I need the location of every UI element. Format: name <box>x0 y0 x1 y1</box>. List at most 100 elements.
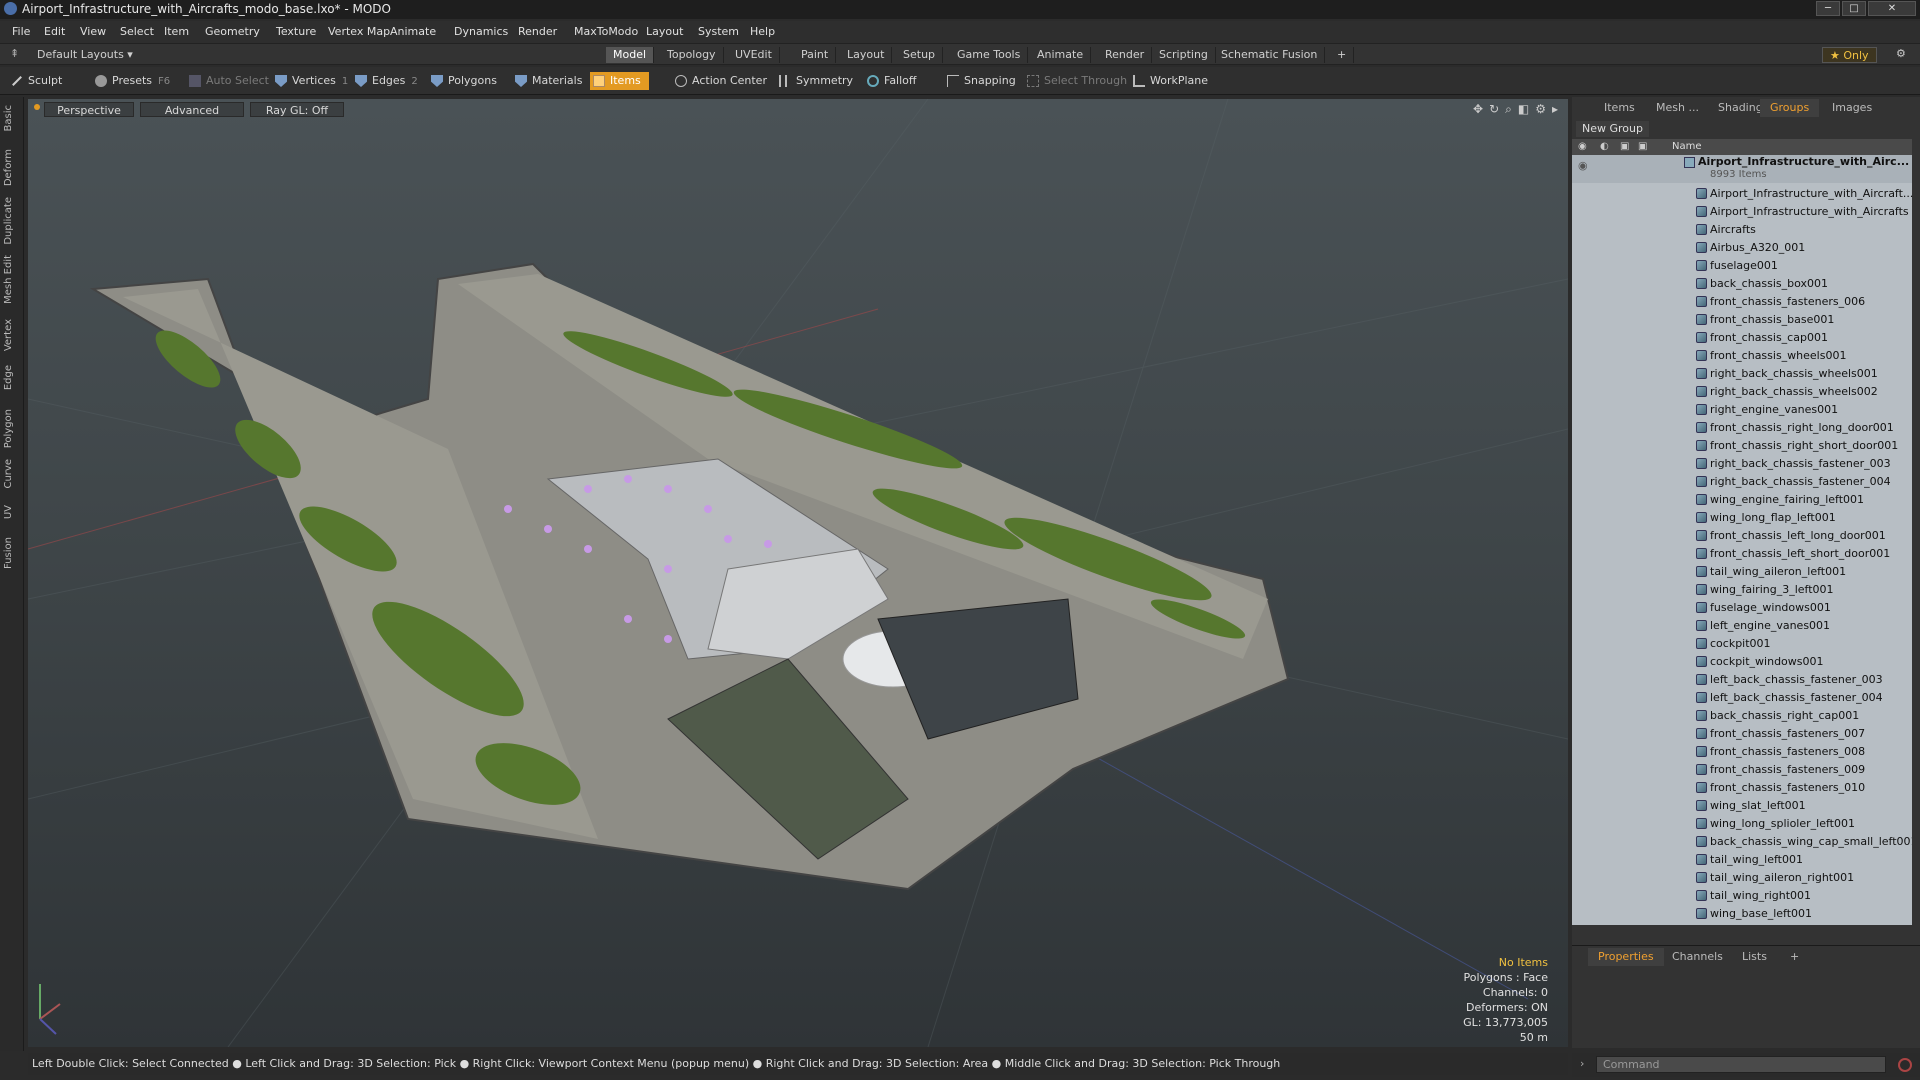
settings-gear-icon[interactable]: ⚙ <box>1896 47 1906 60</box>
action-center-button[interactable]: Action Center <box>672 72 767 90</box>
menu-file[interactable]: File <box>12 25 30 38</box>
maximize-button[interactable]: □ <box>1842 1 1866 16</box>
list-item[interactable]: front_chassis_fasteners_006 <box>1572 293 1912 311</box>
left-tab-mesh-edit[interactable]: Mesh Edit <box>3 255 14 304</box>
panel-tab-images[interactable]: Images <box>1822 99 1882 117</box>
root-group-row[interactable]: ◉ Airport_Infrastructure_with_Airc... 89… <box>1572 155 1912 183</box>
list-item[interactable]: Airbus_A320_001 <box>1572 239 1912 257</box>
prop-tab-properties[interactable]: Properties <box>1588 948 1664 966</box>
list-item[interactable]: wing_fairing_3_left001 <box>1572 581 1912 599</box>
layout-tab-setup[interactable]: Setup <box>896 47 944 63</box>
root-eye-icon[interactable]: ◉ <box>1578 157 1588 175</box>
list-item[interactable]: front_chassis_right_short_door001 <box>1572 437 1912 455</box>
list-item[interactable]: front_chassis_cap001 <box>1572 329 1912 347</box>
menu-texture[interactable]: Texture <box>276 25 316 38</box>
only-toggle[interactable]: ★ Only <box>1822 47 1877 63</box>
polygons-mode-button[interactable]: Polygons <box>428 72 497 90</box>
prop-tab-lists[interactable]: Lists <box>1732 948 1777 966</box>
list-item[interactable]: back_chassis_right_cap001 <box>1572 707 1912 725</box>
new-group-button[interactable]: New Group <box>1576 121 1649 137</box>
list-item[interactable]: cockpit_windows001 <box>1572 653 1912 671</box>
left-tab-edge[interactable]: Edge <box>3 365 14 390</box>
list-item[interactable]: front_chassis_fasteners_010 <box>1572 779 1912 797</box>
menu-dynamics[interactable]: Dynamics <box>454 25 508 38</box>
left-tab-uv[interactable]: UV <box>3 505 14 519</box>
menu-layout[interactable]: Layout <box>646 25 683 38</box>
prop-tab-channels[interactable]: Channels <box>1662 948 1733 966</box>
menu-item[interactable]: Item <box>164 25 189 38</box>
list-item[interactable]: wing_long_flap_left001 <box>1572 509 1912 527</box>
menu-view[interactable]: View <box>80 25 106 38</box>
list-item[interactable]: fuselage_windows001 <box>1572 599 1912 617</box>
items-mode-button[interactable]: Items <box>590 72 649 90</box>
minimize-button[interactable]: ─ <box>1816 1 1840 16</box>
symmetry-button[interactable]: Symmetry <box>776 72 853 90</box>
menu-select[interactable]: Select <box>120 25 154 38</box>
list-item[interactable]: front_chassis_left_long_door001 <box>1572 527 1912 545</box>
menu-animate[interactable]: Animate <box>390 25 436 38</box>
left-tab-duplicate[interactable]: Duplicate <box>3 197 14 245</box>
panel-tab-groups[interactable]: Groups <box>1760 99 1820 117</box>
layout-tab-render[interactable]: Render <box>1098 47 1153 63</box>
list-item[interactable]: right_back_chassis_fastener_004 <box>1572 473 1912 491</box>
menu-edit[interactable]: Edit <box>44 25 65 38</box>
raygl-toggle[interactable]: Ray GL: Off <box>250 102 344 117</box>
name-column-header[interactable]: Name <box>1672 139 1702 155</box>
command-stop-icon[interactable] <box>1898 1058 1912 1072</box>
close-button[interactable]: ✕ <box>1868 1 1916 16</box>
layout-tab-layout[interactable]: Layout <box>840 47 893 63</box>
select-icon[interactable]: ▣ <box>1638 139 1647 155</box>
layout-tab-game-tools[interactable]: Game Tools <box>950 47 1029 63</box>
layout-tab-animate[interactable]: Animate <box>1030 47 1092 63</box>
list-item[interactable]: cockpit001 <box>1572 635 1912 653</box>
workplane-button[interactable]: WorkPlane <box>1130 72 1208 90</box>
panel-tab-mesh-[interactable]: Mesh ... <box>1646 99 1709 117</box>
list-item[interactable]: back_chassis_box001 <box>1572 275 1912 293</box>
layout-tab-paint[interactable]: Paint <box>794 47 837 63</box>
layout-tab--[interactable]: + <box>1330 47 1355 63</box>
list-item[interactable]: front_chassis_wheels001 <box>1572 347 1912 365</box>
view-perspective-dropdown[interactable]: Perspective <box>44 102 134 117</box>
list-item[interactable]: tail_wing_left001 <box>1572 851 1912 869</box>
groups-list[interactable]: ◉ Airport_Infrastructure_with_Airc... 89… <box>1572 155 1912 925</box>
list-item[interactable]: wing_base_left001 <box>1572 905 1912 923</box>
select-through-button[interactable]: Select Through <box>1024 72 1127 90</box>
menu-render[interactable]: Render <box>518 25 557 38</box>
left-tab-deform[interactable]: Deform <box>3 149 14 186</box>
menu-help[interactable]: Help <box>750 25 775 38</box>
layout-preset-dropdown[interactable]: Default Layouts ▾ <box>30 47 140 63</box>
shading-advanced-dropdown[interactable]: Advanced <box>140 102 244 117</box>
list-item[interactable]: front_chassis_fasteners_009 <box>1572 761 1912 779</box>
materials-mode-button[interactable]: Materials <box>512 72 582 90</box>
menu-vertex-map[interactable]: Vertex Map <box>328 25 390 38</box>
list-item[interactable]: front_chassis_fasteners_007 <box>1572 725 1912 743</box>
left-tab-basic[interactable]: Basic <box>3 105 14 131</box>
list-item[interactable]: tail_wing_aileron_left001 <box>1572 563 1912 581</box>
list-item[interactable]: right_back_chassis_wheels002 <box>1572 383 1912 401</box>
vertices-mode-button[interactable]: Vertices 1 <box>272 72 348 90</box>
list-item[interactable]: right_back_chassis_fastener_003 <box>1572 455 1912 473</box>
layout-tab-topology[interactable]: Topology <box>660 47 724 63</box>
panel-tab-items[interactable]: Items <box>1594 99 1645 117</box>
list-item[interactable]: tail_wing_aileron_right001 <box>1572 869 1912 887</box>
list-item[interactable]: wing_slat_left001 <box>1572 797 1912 815</box>
list-item[interactable]: front_chassis_right_long_door001 <box>1572 419 1912 437</box>
left-tab-curve[interactable]: Curve <box>3 459 14 489</box>
list-item[interactable]: Aircrafts <box>1572 221 1912 239</box>
left-tab-fusion[interactable]: Fusion <box>3 537 14 569</box>
list-item[interactable]: wing_engine_fairing_left001 <box>1572 491 1912 509</box>
sculpt-button[interactable]: Sculpt <box>8 72 62 90</box>
layout-tab-uvedit[interactable]: UVEdit <box>728 47 780 63</box>
left-tab-vertex[interactable]: Vertex <box>3 319 14 351</box>
layout-tab-scripting[interactable]: Scripting <box>1152 47 1216 63</box>
menu-maxtomodo[interactable]: MaxToModo <box>574 25 638 38</box>
command-input[interactable]: Command <box>1596 1056 1886 1073</box>
presets-button[interactable]: Presets F6 <box>92 72 170 90</box>
list-item[interactable]: left_engine_vanes001 <box>1572 617 1912 635</box>
list-item[interactable]: Airport_Infrastructure_with_Aircrafts <box>1572 203 1912 221</box>
list-item[interactable]: right_back_chassis_wheels001 <box>1572 365 1912 383</box>
list-item[interactable]: front_chassis_base001 <box>1572 311 1912 329</box>
layout-tab-model[interactable]: Model <box>606 47 655 63</box>
render-icon[interactable]: ◐ <box>1600 139 1609 155</box>
menu-geometry[interactable]: Geometry <box>205 25 260 38</box>
